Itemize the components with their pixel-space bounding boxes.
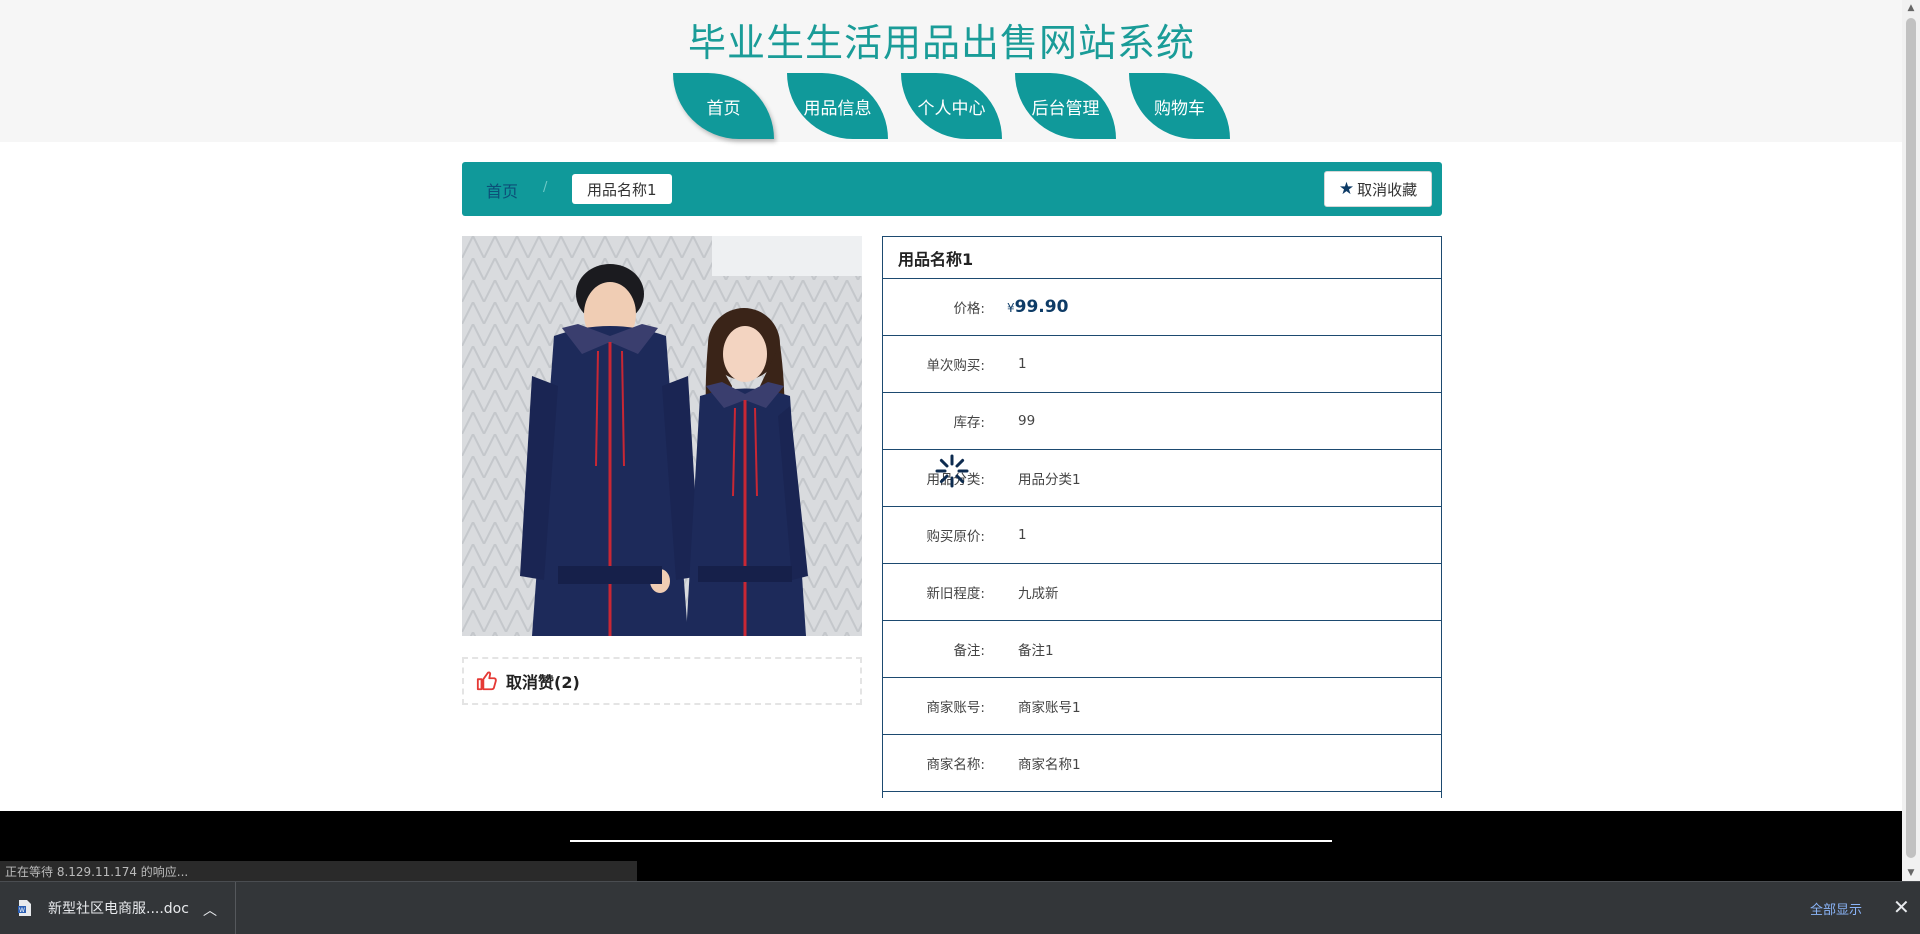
price-label: 价格: (953, 301, 985, 317)
detail-label: 库存: (953, 415, 985, 431)
detail-row-seller-account: 商家账号: 商家账号1 (883, 678, 1441, 735)
site-header: 毕业生生活用品出售网站系统 首页 用品信息 个人中心 后台管理 购物车 (0, 0, 1902, 142)
chevron-up-icon[interactable]: ︿ (203, 900, 217, 920)
price-amount: 99.90 (1014, 297, 1069, 317)
scrollbar-thumb[interactable] (1906, 18, 1916, 858)
detail-label: 商家名称: (926, 757, 985, 773)
unlike-label: 取消赞(2) (506, 673, 580, 692)
product-photo-illustration (462, 236, 862, 636)
loading-spinner-icon (935, 454, 969, 488)
detail-row-seller-name: 商家名称: 商家名称1 (883, 735, 1441, 792)
breadcrumb-separator: / (543, 180, 548, 195)
detail-value: 用品分类1 (1018, 472, 1081, 488)
detail-row-quantity: 单次购买: 1 (883, 336, 1441, 393)
detail-label: 单次购买: (926, 358, 985, 374)
product-image (462, 236, 862, 636)
detail-label: 备注: (953, 643, 985, 659)
page: 毕业生生活用品出售网站系统 首页 用品信息 个人中心 后台管理 购物车 首页 /… (0, 0, 1920, 934)
currency-symbol: ¥ (1007, 301, 1015, 315)
unfavorite-button[interactable]: ★ 取消收藏 (1324, 171, 1432, 207)
detail-value: 商家名称1 (1018, 757, 1081, 773)
download-shelf: W 新型社区电商服....doc ︿ 全部显示 ✕ (0, 881, 1920, 934)
scroll-down-arrow-icon[interactable]: ▼ (1902, 865, 1920, 881)
nav-item-cart[interactable]: 购物车 (1129, 73, 1230, 139)
breadcrumb-current: 用品名称1 (572, 174, 672, 204)
detail-row-stock: 库存: 99 (883, 393, 1441, 450)
detail-label: 用品分类: (926, 472, 985, 488)
detail-label: 商家账号: (926, 700, 985, 716)
footer-divider (570, 840, 1332, 842)
page-scrollbar[interactable]: ▲ ▼ (1902, 0, 1920, 881)
star-icon: ★ (1338, 179, 1355, 199)
detail-value: 九成新 (1018, 586, 1059, 602)
word-document-icon: W (18, 900, 31, 916)
detail-value: 1 (1018, 527, 1027, 543)
scroll-up-arrow-icon[interactable]: ▲ (1902, 0, 1920, 16)
detail-row-price: 价格: ¥99.90 (883, 279, 1441, 336)
product-name: 用品名称1 (883, 237, 1441, 279)
detail-value: 1 (1018, 356, 1027, 372)
unlike-button[interactable]: 取消赞(2) (462, 657, 862, 705)
product-details: 用品名称1 价格: ¥99.90 单次购买: 1 库存: 99 用品分类: 用品… (882, 236, 1442, 798)
browser-status-bar: 正在等待 8.129.11.174 的响应... (0, 861, 637, 881)
site-title: 毕业生生活用品出售网站系统 (687, 21, 1195, 65)
detail-row-notes: 备注: 备注1 (883, 621, 1441, 678)
thumbs-up-icon (476, 671, 497, 691)
nav-item-products[interactable]: 用品信息 (787, 73, 888, 139)
nav-item-admin[interactable]: 后台管理 (1015, 73, 1116, 139)
detail-label: 购买原价: (926, 529, 985, 545)
unfavorite-label: 取消收藏 (1357, 180, 1418, 199)
show-all-downloads-link[interactable]: 全部显示 (1810, 899, 1862, 918)
breadcrumb-home-link[interactable]: 首页 (486, 178, 518, 202)
detail-row-condition: 新旧程度: 九成新 (883, 564, 1441, 621)
svg-text:W: W (19, 907, 25, 914)
nav-item-home[interactable]: 首页 (673, 73, 774, 139)
detail-value: 99 (1018, 413, 1036, 429)
detail-label: 新旧程度: (926, 586, 985, 602)
detail-value: 备注1 (1018, 643, 1054, 659)
nav-item-personal-center[interactable]: 个人中心 (901, 73, 1002, 139)
download-file-name: 新型社区电商服....doc (48, 901, 189, 917)
close-icon[interactable]: ✕ (1893, 895, 1910, 919)
detail-row-original-price: 购买原价: 1 (883, 507, 1441, 564)
price-value: ¥99.90 (1007, 297, 1068, 317)
detail-value: 商家账号1 (1018, 700, 1081, 716)
breadcrumb: 首页 / 用品名称1 ★ 取消收藏 (462, 162, 1442, 216)
download-item[interactable]: W 新型社区电商服....doc ︿ (0, 882, 236, 934)
